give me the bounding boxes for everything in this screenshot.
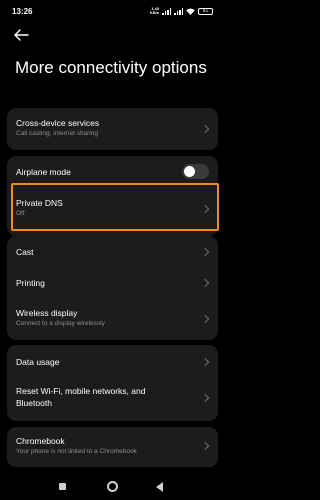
cast-label: Cast: [16, 247, 34, 257]
chevron-right-icon: [200, 124, 210, 134]
chevron-right-icon: [200, 357, 210, 367]
card-cast: Cast Printing Wireless display Connect t…: [7, 236, 218, 340]
chevron-right-icon: [200, 247, 210, 257]
card-cross-device: Cross-device services Call casting, inte…: [7, 108, 218, 150]
printing-item[interactable]: Printing: [7, 268, 218, 300]
wireless-display-item[interactable]: Wireless display Connect to a display wi…: [7, 300, 218, 340]
page-title: More connectivity options: [15, 58, 207, 77]
reset-network-item[interactable]: Reset Wi-Fi, mobile networks, and Blueto…: [7, 377, 218, 421]
cross-device-sub: Call casting, internet sharing: [16, 130, 99, 137]
chevron-right-icon: [200, 314, 210, 324]
chromebook-sub: Your phone is not linked to a Chromebook: [16, 448, 137, 455]
cast-item[interactable]: Cast: [7, 236, 218, 268]
printing-label: Printing: [16, 278, 45, 288]
home-icon[interactable]: [107, 481, 118, 492]
chromebook-label: Chromebook: [16, 436, 65, 446]
card-chromebook: Chromebook Your phone is not linked to a…: [7, 427, 218, 467]
toggle-knob: [184, 166, 195, 177]
reset-label-line1: Reset Wi-Fi, mobile networks, and: [16, 386, 146, 396]
network-speed: 1.45 KB/s: [149, 6, 159, 15]
cross-device-services-item[interactable]: Cross-device services Call casting, inte…: [7, 108, 218, 150]
screen: 13:26 1.45 KB/s 81 More connectivity opt…: [0, 0, 225, 500]
airplane-mode-toggle[interactable]: [182, 164, 209, 179]
signal-icon: [162, 7, 171, 15]
wifi-icon: [186, 7, 195, 15]
reset-label-line2: Bluetooth: [16, 398, 52, 408]
battery-icon: 81: [198, 7, 213, 15]
private-dns-highlight: [11, 183, 219, 231]
data-usage-label: Data usage: [16, 357, 60, 367]
back-arrow-icon[interactable]: [12, 26, 30, 44]
airplane-mode-label: Airplane mode: [16, 167, 71, 177]
chevron-right-icon: [200, 393, 210, 403]
wireless-display-label: Wireless display: [16, 308, 78, 318]
status-bar: 13:26 1.45 KB/s 81: [0, 0, 225, 22]
chevron-right-icon: [200, 441, 210, 451]
data-usage-item[interactable]: Data usage: [7, 345, 218, 377]
cross-device-label: Cross-device services: [16, 118, 100, 128]
chevron-right-icon: [200, 278, 210, 288]
status-time: 13:26: [12, 6, 33, 16]
status-icons: 1.45 KB/s 81: [150, 7, 213, 15]
navigation-bar: [0, 474, 225, 500]
back-triangle-icon[interactable]: [156, 482, 163, 492]
card-data: Data usage Reset Wi-Fi, mobile networks,…: [7, 345, 218, 421]
signal-icon-2: [174, 7, 183, 15]
wireless-display-sub: Connect to a display wirelessly: [16, 320, 105, 327]
chromebook-item[interactable]: Chromebook Your phone is not linked to a…: [7, 427, 218, 467]
recents-icon[interactable]: [59, 483, 66, 490]
